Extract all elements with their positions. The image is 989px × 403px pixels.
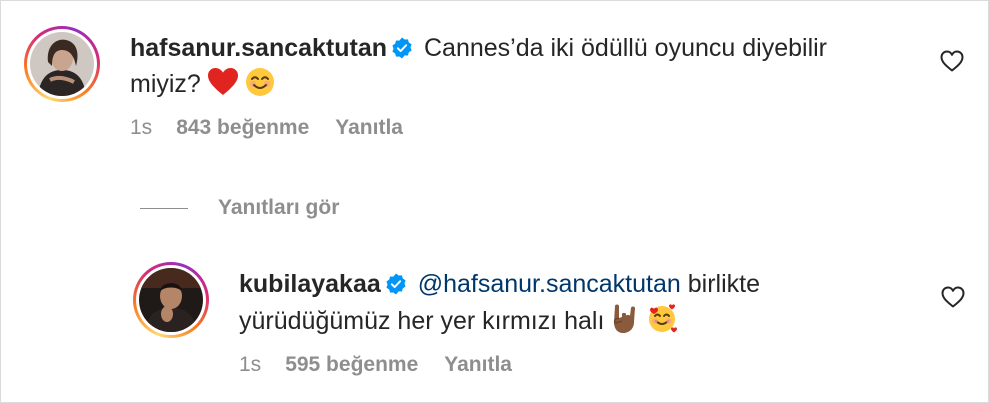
view-replies-label: Yanıtları gör: [218, 196, 340, 219]
comment-text: hafsanur.sancaktutan Cannes’da iki ödüll…: [130, 30, 890, 102]
comment-time[interactable]: 1s: [239, 353, 261, 377]
like-heart-icon[interactable]: [941, 286, 965, 308]
reply-button[interactable]: Yanıtla: [444, 353, 512, 377]
comment-time[interactable]: 1s: [130, 116, 152, 140]
view-replies-button[interactable]: Yanıtları gör: [140, 196, 339, 220]
mention-link[interactable]: @hafsanur.sancaktutan: [418, 270, 681, 298]
comment-meta: 1s 843 beğenme Yanıtla: [130, 116, 964, 140]
like-heart-icon[interactable]: [940, 50, 964, 72]
verified-badge-icon: [386, 273, 406, 295]
username-link[interactable]: hafsanur.sancaktutan: [130, 34, 387, 62]
avatar: [139, 268, 203, 332]
likes-count[interactable]: 595 beğenme: [285, 353, 418, 377]
likes-count[interactable]: 843 beğenme: [176, 116, 309, 140]
sign-of-horns-icon: [614, 304, 636, 333]
reply-button[interactable]: Yanıtla: [335, 116, 403, 140]
avatar-story-ring[interactable]: [24, 26, 100, 102]
red-heart-icon: [207, 68, 238, 95]
username-link[interactable]: kubilayakaa: [239, 270, 381, 298]
comment-item: hafsanur.sancaktutan Cannes’da iki ödüll…: [24, 26, 964, 140]
avatar: [30, 32, 94, 96]
smiling-face-icon: [245, 68, 274, 96]
avatar-story-ring[interactable]: [133, 262, 209, 338]
comment-text: kubilayakaa @hafsanur.sancaktutan birlik…: [239, 266, 859, 339]
verified-badge-icon: [392, 37, 412, 59]
comment-meta: 1s 595 beğenme Yanıtla: [239, 353, 965, 377]
reply-item: kubilayakaa @hafsanur.sancaktutan birlik…: [133, 262, 965, 377]
smiling-face-with-hearts-icon: [649, 304, 678, 333]
divider-line: [140, 207, 188, 209]
